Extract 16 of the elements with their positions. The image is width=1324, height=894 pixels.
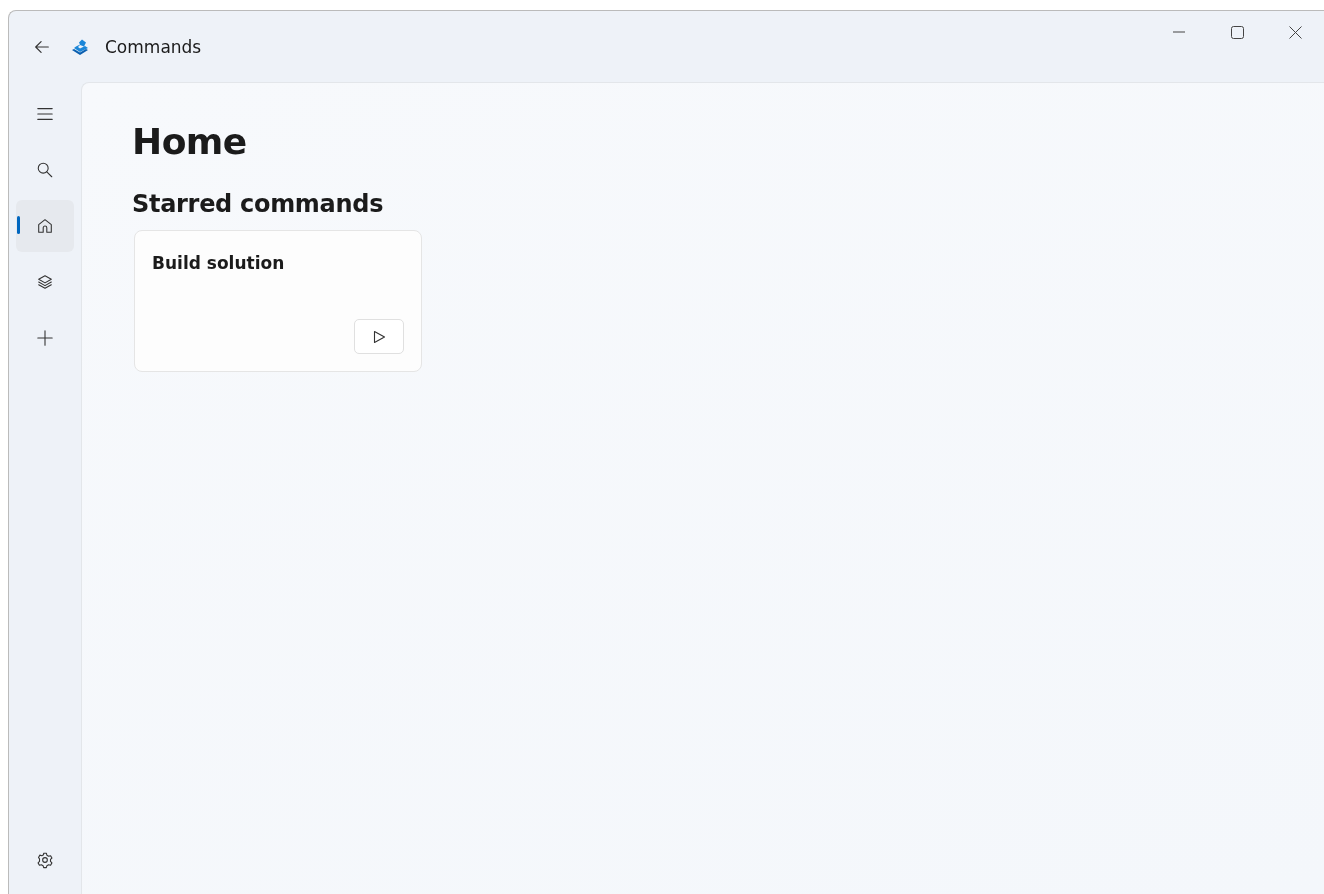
settings-icon: [36, 851, 54, 869]
section-heading: Starred commands: [132, 190, 385, 218]
home-icon: [36, 217, 54, 235]
close-icon: [1288, 25, 1302, 39]
card-title: Build solution: [152, 253, 286, 273]
page-title: Home: [132, 121, 248, 162]
plus-icon: [36, 329, 54, 347]
run-button[interactable]: [354, 319, 404, 354]
search-icon: [36, 161, 54, 179]
layers-icon: [36, 273, 54, 291]
nav-item[interactable]: [16, 200, 74, 252]
minimize-icon: [1173, 31, 1185, 33]
menu-icon: [36, 105, 54, 123]
play-icon: [372, 329, 386, 344]
maximize-icon: [1230, 25, 1244, 39]
window-title: Commands: [105, 36, 202, 57]
